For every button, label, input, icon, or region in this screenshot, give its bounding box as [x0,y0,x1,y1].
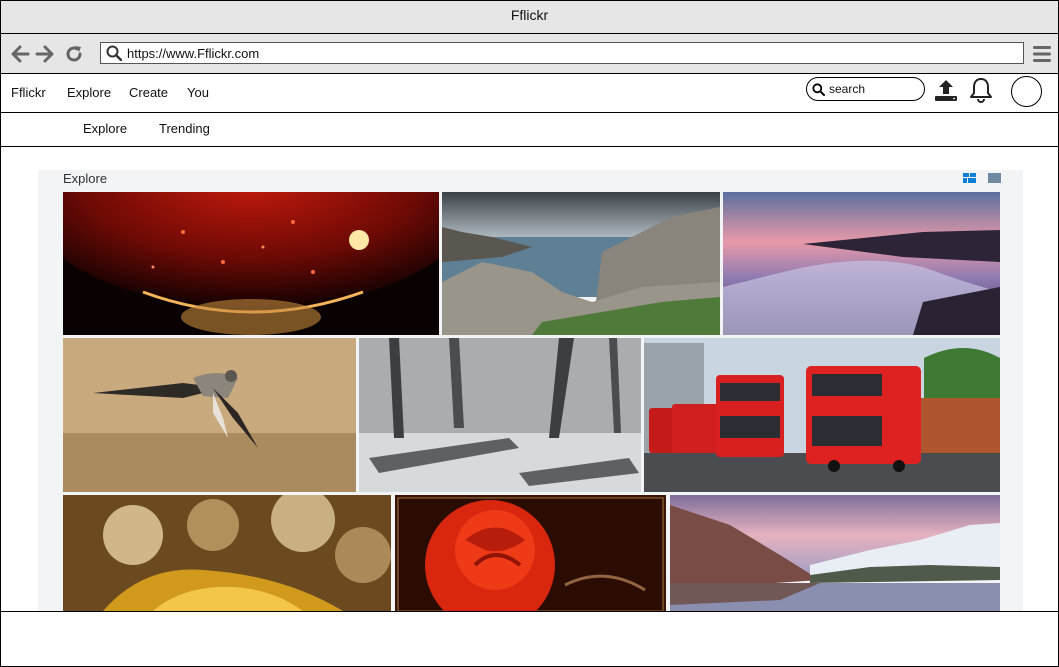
search-input[interactable]: search [806,77,925,101]
nav-you[interactable]: You [187,85,209,100]
forward-arrow-icon[interactable] [35,44,55,64]
nav-explore[interactable]: Explore [67,85,111,100]
window-title-bar: Fflickr [1,1,1058,34]
page-footer [1,611,1058,666]
sunset-sea-image [723,192,1000,335]
browser-toolbar: https://www.Fflickr.com [1,34,1058,74]
sub-navigation: Explore Trending [1,113,1058,147]
red-buses-image [644,338,1000,492]
mountain-lake-image [670,495,1000,611]
photo-tile[interactable] [442,192,720,335]
wine-glass-image [63,192,439,335]
main-content: Explore [1,147,1058,611]
tab-trending[interactable]: Trending [159,121,210,136]
photo-tile[interactable] [723,192,1000,335]
search-placeholder: search [829,82,866,96]
snowy-forest-image [359,338,641,492]
photo-tile[interactable] [395,495,666,611]
avatar[interactable] [1011,76,1042,107]
photo-tile[interactable] [359,338,641,492]
app-header: Fflickr Explore Create You search [1,74,1058,113]
rocky-coast-image [442,192,720,335]
back-arrow-icon[interactable] [10,44,30,64]
photo-tile[interactable] [644,338,1000,492]
list-view-icon[interactable] [988,173,1001,183]
search-icon [106,45,122,61]
photo-tile[interactable] [670,495,1000,611]
photo-tile[interactable] [63,192,439,335]
address-bar[interactable]: https://www.Fflickr.com [100,42,1024,64]
logo[interactable]: Fflickr [11,85,46,100]
reload-icon[interactable] [64,44,84,64]
window-title: Fflickr [510,7,549,23]
search-icon [812,83,825,96]
explore-panel: Explore [38,170,1023,611]
photo-tile[interactable] [63,338,356,492]
nav-create[interactable]: Create [129,85,168,100]
upload-icon[interactable] [934,78,958,102]
golden-bokeh-image [63,495,391,611]
notification-bell-icon[interactable] [969,77,993,103]
photo-tile[interactable] [63,495,391,611]
browser-menu-icon[interactable] [1033,46,1051,62]
grid-view-icon[interactable] [963,173,976,183]
tab-explore[interactable]: Explore [83,121,127,136]
browser-window: Fflickr https://www.Fflickr.com Fflickr … [0,0,1059,667]
bird-in-flight-image [63,338,356,492]
red-rose-image [395,495,666,611]
address-bar-url: https://www.Fflickr.com [127,46,260,61]
explore-heading: Explore [63,171,108,186]
